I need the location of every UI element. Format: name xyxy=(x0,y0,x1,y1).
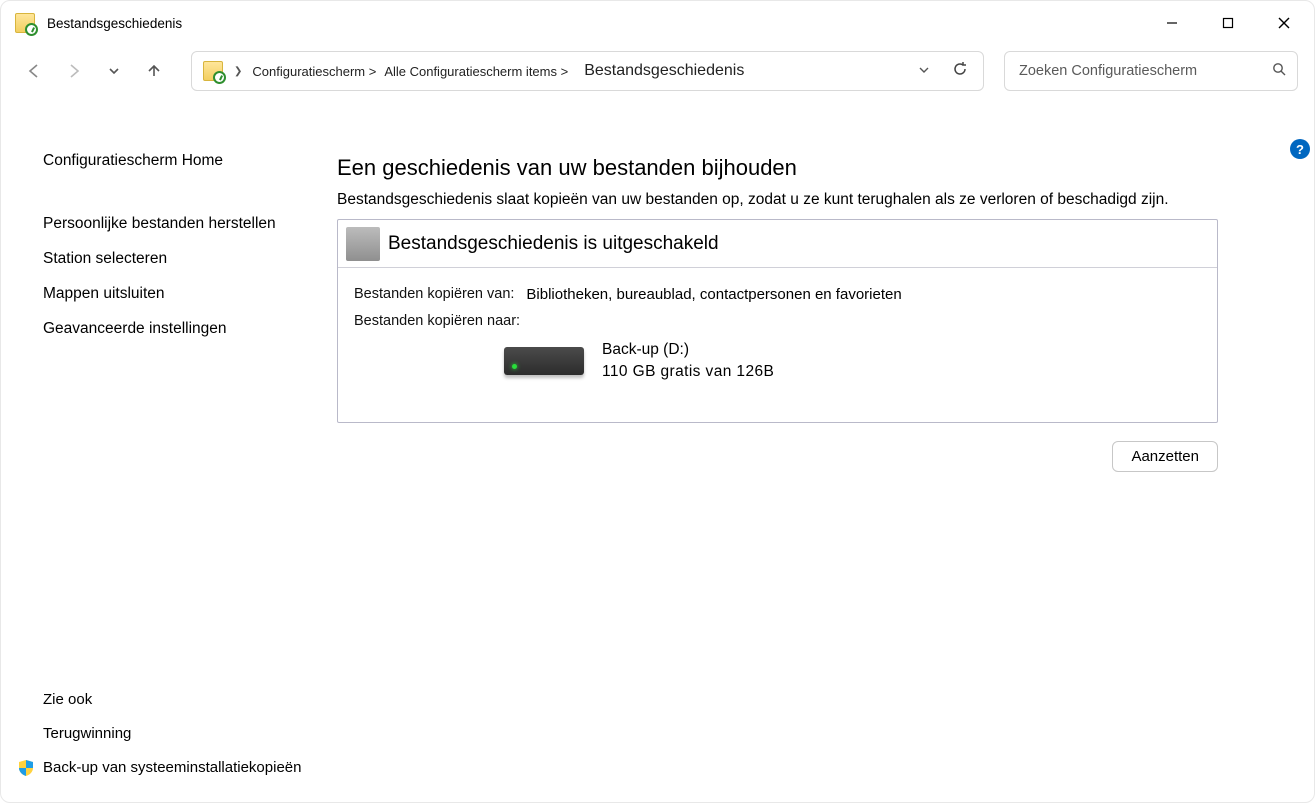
drive-space: 110 GB gratis van 126B xyxy=(602,361,774,383)
shield-icon xyxy=(17,759,35,777)
address-icon xyxy=(202,60,224,82)
status-header: Bestandsgeschiedenis is uitgeschakeld xyxy=(338,220,1217,268)
address-dropdown[interactable] xyxy=(909,64,939,79)
sidebar-home-link[interactable]: Configuratiescherm Home xyxy=(43,151,317,172)
search-icon xyxy=(1272,62,1287,80)
app-icon xyxy=(15,13,35,33)
copy-to-row: Bestanden kopiëren naar: Back-up (D:) 11… xyxy=(354,313,1201,382)
drive-free: 110 GB xyxy=(602,363,656,380)
toolbar: ❯ Configuratiescherm > Alle Configuratie… xyxy=(1,45,1314,97)
page-description: Bestandsgeschiedenis slaat kopieën van u… xyxy=(337,191,1218,209)
up-button[interactable] xyxy=(137,54,171,88)
turn-on-button[interactable]: Aanzetten xyxy=(1112,441,1218,472)
folder-clock-icon xyxy=(15,13,35,33)
main-panel: Een geschiedenis van uw bestanden bijhou… xyxy=(327,101,1308,796)
panel-body: Bestanden kopiëren van: Bibliotheken, bu… xyxy=(338,268,1217,382)
sidebar-link-select-drive[interactable]: Station selecteren xyxy=(43,249,317,270)
drive-info: Back-up (D:) 110 GB gratis van 126B xyxy=(602,339,774,382)
drive-free-suffix: gratis van 126B xyxy=(661,363,775,380)
action-row: Aanzetten xyxy=(337,441,1218,472)
search-box[interactable]: Zoeken Configuratiescherm xyxy=(1004,51,1298,91)
chevron-right-icon: ❯ xyxy=(230,66,246,77)
copy-from-value: Bibliotheken, bureaublad, contactpersone… xyxy=(526,286,901,303)
see-also-link-system-image-backup[interactable]: Back-up van systeeminstallatiekopieën xyxy=(43,758,301,778)
see-also-label: Back-up van systeeminstallatiekopieën xyxy=(43,758,301,778)
sidebar-link-restore[interactable]: Persoonlijke bestanden herstellen xyxy=(43,214,317,235)
drive-name: Back-up (D:) xyxy=(602,339,774,361)
minimize-button[interactable] xyxy=(1144,1,1200,45)
recent-locations-button[interactable] xyxy=(97,54,131,88)
see-also-header: Zie ook xyxy=(43,691,301,708)
titlebar: Bestandsgeschiedenis xyxy=(1,1,1314,45)
content-area: Configuratiescherm Home Persoonlijke bes… xyxy=(7,101,1308,796)
drive-icon xyxy=(504,347,584,375)
see-also-link-recovery[interactable]: Terugwinning xyxy=(43,724,301,744)
breadcrumb-segment[interactable]: Configuratiescherm > xyxy=(250,64,378,79)
back-button[interactable] xyxy=(17,54,51,88)
refresh-button[interactable] xyxy=(943,61,977,81)
page-heading: Een geschiedenis van uw bestanden bijhou… xyxy=(337,155,1218,181)
close-button[interactable] xyxy=(1256,1,1312,45)
status-panel: Bestandsgeschiedenis is uitgeschakeld Be… xyxy=(337,219,1218,423)
address-bar[interactable]: ❯ Configuratiescherm > Alle Configuratie… xyxy=(191,51,984,91)
sidebar-link-advanced[interactable]: Geavanceerde instellingen xyxy=(43,319,317,340)
copy-from-label: Bestanden kopiëren van: xyxy=(354,286,514,303)
drive-row: Back-up (D:) 110 GB gratis van 126B xyxy=(504,339,1201,382)
window-title: Bestandsgeschiedenis xyxy=(47,16,182,31)
maximize-button[interactable] xyxy=(1200,1,1256,45)
breadcrumb-segment[interactable]: Alle Configuratiescherm items > xyxy=(382,64,570,79)
search-placeholder: Zoeken Configuratiescherm xyxy=(1019,63,1272,79)
folder-clock-icon xyxy=(203,61,223,81)
breadcrumb-current[interactable]: Bestandsgeschiedenis xyxy=(574,62,905,80)
copy-to-label: Bestanden kopiëren naar: xyxy=(354,313,1201,329)
see-also: Zie ook Terugwinning Back-up van systeem… xyxy=(43,691,301,793)
copy-from-row: Bestanden kopiëren van: Bibliotheken, bu… xyxy=(354,286,1201,303)
status-text: Bestandsgeschiedenis is uitgeschakeld xyxy=(388,233,719,255)
see-also-label: Terugwinning xyxy=(43,724,131,744)
sidebar-link-exclude-folders[interactable]: Mappen uitsluiten xyxy=(43,284,317,305)
status-icon xyxy=(346,227,380,261)
sidebar: Configuratiescherm Home Persoonlijke bes… xyxy=(7,101,327,796)
window-buttons xyxy=(1144,1,1312,45)
forward-button[interactable] xyxy=(57,54,91,88)
